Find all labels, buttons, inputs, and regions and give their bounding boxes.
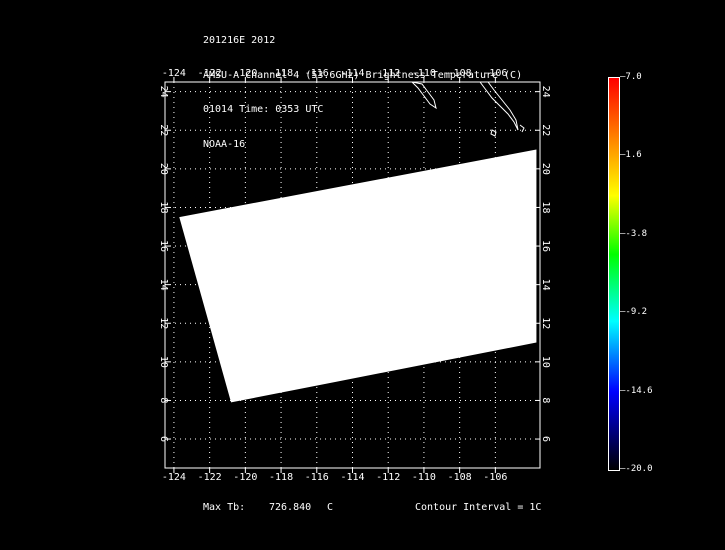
lat-tick-label-left: 16 [158, 240, 169, 252]
contour-interval: Contour Interval = 1C [415, 502, 542, 513]
lon-tick-label-top: -120 [233, 68, 257, 79]
lon-tick-label-bottom: -122 [198, 472, 222, 483]
lat-tick-label-right: 8 [540, 397, 551, 403]
lat-tick-label-right: 22 [540, 124, 551, 136]
lat-tick-label-left: 10 [158, 356, 169, 368]
colorbar-label: —-9.2 [620, 307, 648, 318]
lat-tick-label-left: 24 [158, 86, 169, 98]
lat-tick-label-right: 18 [540, 201, 551, 213]
lon-tick-label-top: -124 [162, 68, 186, 79]
lon-tick-label-bottom: -106 [483, 472, 507, 483]
lat-tick-label-left: 18 [158, 201, 169, 213]
lon-tick-label-top: -112 [376, 68, 400, 79]
colorbar-label: —-14.6 [620, 385, 653, 396]
lat-tick-label-right: 10 [540, 356, 551, 368]
lon-tick-label-bottom: -124 [162, 472, 186, 483]
lat-tick-label-left: 22 [158, 124, 169, 136]
colorbar-label: —1.6 [620, 150, 642, 161]
lon-tick-label-top: -110 [412, 68, 436, 79]
lat-tick-label-left: 12 [158, 317, 169, 329]
satellite-swath [179, 149, 537, 403]
lon-tick-label-top: -122 [198, 68, 222, 79]
lon-tick-label-bottom: -114 [340, 472, 364, 483]
max-tb-label: Max Tb: [203, 502, 246, 513]
coastline [411, 82, 525, 137]
lat-tick-label-left: 8 [158, 397, 169, 403]
max-tb-unit: C [327, 502, 334, 513]
colorbar [609, 78, 619, 470]
colorbar-label: —-3.8 [620, 228, 648, 239]
colorbar-label: —-20.0 [620, 464, 653, 474]
lat-tick-label-right: 20 [540, 163, 551, 175]
lat-tick-label-right: 12 [540, 317, 551, 329]
lon-tick-label-top: -108 [448, 68, 472, 79]
lon-tick-label-bottom: -112 [376, 472, 400, 483]
lat-tick-label-left: 20 [158, 163, 169, 175]
lon-tick-label-bottom: -116 [305, 472, 329, 483]
lat-tick-label-right: 14 [540, 279, 551, 291]
colorbar-label: —7.0 [620, 72, 642, 82]
lon-tick-label-bottom: -110 [412, 472, 436, 483]
max-tb-value: 726.840 [269, 502, 312, 513]
lon-tick-label-bottom: -118 [269, 472, 293, 483]
map-canvas: -124 -124 -122 -122 -120 -120 -118 -118 -116 -116… [158, 68, 620, 483]
lon-tick-label-bottom: -108 [448, 472, 472, 483]
lon-tick-label-top: -118 [269, 68, 293, 79]
lon-tick-label-top: -116 [305, 68, 329, 79]
lat-tick-label-left: 6 [158, 436, 169, 442]
lon-tick-label-top: -106 [483, 68, 507, 79]
lat-tick-label-left: 14 [158, 279, 169, 291]
lon-tick-label-top: -114 [340, 68, 364, 79]
lat-tick-label-right: 6 [540, 436, 551, 442]
lat-tick-label-right: 16 [540, 240, 551, 252]
lat-tick-label-right: 24 [540, 86, 551, 98]
lon-tick-label-bottom: -120 [233, 472, 257, 483]
